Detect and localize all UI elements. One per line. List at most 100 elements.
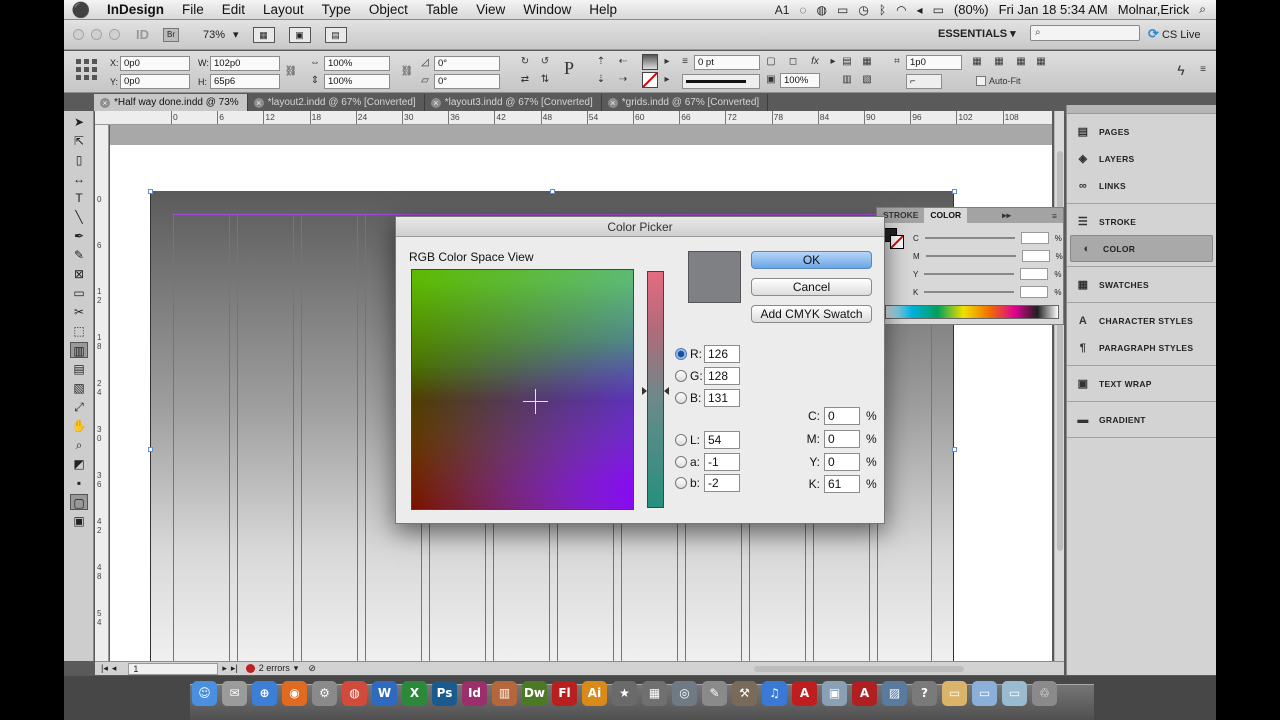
apple-menu-icon[interactable]: ⚫ — [64, 1, 98, 19]
apply-color-icon[interactable]: ▪ — [70, 475, 88, 491]
rotate-cw-icon[interactable]: ↻ — [518, 55, 532, 69]
tab-layout2[interactable]: × *layout2.indd @ 67% [Converted] — [248, 94, 425, 111]
yellow-row[interactable]: Y% — [913, 268, 1061, 280]
illustrator-app-icon[interactable]: Ai — [582, 681, 607, 706]
a-field[interactable]: -1 — [704, 453, 740, 471]
documents-app-icon[interactable]: ▭ — [972, 681, 997, 706]
installer-app-icon[interactable]: ▣ — [822, 681, 847, 706]
quick-apply-icon[interactable]: ϟ — [1174, 63, 1188, 77]
last-page-icon[interactable]: ▸| — [231, 662, 238, 675]
panel-item-text-wrap[interactable]: ▣ TEXT WRAP — [1067, 370, 1216, 397]
b-field[interactable]: 131 — [704, 389, 740, 407]
wifi-icon[interactable]: ◠ — [896, 3, 906, 17]
fill-stroke-icon[interactable]: ◩ — [70, 456, 88, 472]
panel-item-gradient[interactable]: ▬ GRADIENT — [1067, 406, 1216, 433]
horizontal-ruler[interactable]: 0 6 12 18 24 30 36 42 48 54 60 66 72 78 84 90 96 102 108 — [95, 111, 1052, 125]
fill-dropdown-icon[interactable]: ▸ — [660, 55, 674, 69]
collapse-panel-icon[interactable]: ▸▸ — [1002, 210, 1017, 221]
menu-table[interactable]: Table — [417, 2, 467, 17]
constrain-proportions-icon[interactable]: ⛓ — [284, 65, 298, 79]
stroke-dropdown-icon[interactable]: ▸ — [660, 73, 674, 87]
sync-icon[interactable]: ◌ — [799, 3, 806, 17]
distribute-right-icon[interactable]: ▦ — [1014, 55, 1028, 69]
path-text-icon[interactable]: P — [562, 59, 576, 77]
cancel-button[interactable]: Cancel — [751, 278, 872, 296]
fitting-offset-field[interactable]: 1p0 — [906, 55, 962, 70]
magenta-field[interactable] — [1021, 250, 1050, 262]
drop-shadow-icon[interactable]: ▢ — [764, 55, 778, 69]
select-previous-icon[interactable]: ⇠ — [616, 55, 630, 69]
close-tab-icon[interactable]: × — [607, 97, 618, 108]
battery-icon[interactable]: ▭ — [933, 3, 944, 17]
automator-app-icon[interactable]: ⚒ — [732, 681, 757, 706]
select-container-icon[interactable]: ⇡ — [594, 55, 608, 69]
black-field[interactable] — [1020, 286, 1049, 298]
y-field[interactable]: 0 — [824, 453, 860, 471]
panel-item-swatches[interactable]: ▦ SWATCHES — [1067, 271, 1216, 298]
distribute-left-icon[interactable]: ▦ — [970, 55, 984, 69]
color-spectrum-ramp[interactable] — [885, 305, 1059, 319]
downloads-app-icon[interactable]: ▭ — [1002, 681, 1027, 706]
pdf-app-icon[interactable]: A — [852, 681, 877, 706]
preview-mode-icon[interactable]: ▣ — [70, 513, 88, 529]
horizontal-scrollbar[interactable] — [754, 665, 964, 672]
a-radio[interactable] — [675, 456, 687, 468]
rotate-ccw-icon[interactable]: ↺ — [538, 55, 552, 69]
height-field[interactable]: 65p6 — [210, 74, 280, 89]
fit-frame-icon[interactable]: ▦ — [860, 55, 874, 69]
effects-fx-icon[interactable]: fx — [808, 55, 822, 69]
y-position-field[interactable]: 0p0 — [120, 74, 190, 89]
close-tab-icon[interactable]: × — [430, 97, 441, 108]
panel-menu-icon[interactable]: ≡ — [1052, 211, 1063, 221]
utility-app-icon[interactable]: ◎ — [672, 681, 697, 706]
width-field[interactable]: 102p0 — [210, 56, 280, 71]
tab-color[interactable]: COLOR — [924, 208, 968, 223]
clock[interactable]: Fri Jan 18 5:34 AM — [999, 2, 1108, 17]
minimize-window-icon[interactable] — [91, 29, 102, 40]
gamepad-icon[interactable]: ◍ — [817, 3, 827, 17]
lab-b-radio[interactable] — [675, 477, 687, 489]
pencil-tool-icon[interactable]: ✎ — [70, 247, 88, 263]
distribute-space-icon[interactable]: ▦ — [1034, 55, 1048, 69]
fit-content-icon[interactable]: ▧ — [860, 73, 874, 87]
system-prefs-app-icon[interactable]: ⚙ — [312, 681, 337, 706]
magenta-row[interactable]: M% — [913, 250, 1063, 262]
word-app-icon[interactable]: W — [372, 681, 397, 706]
excel-app-icon[interactable]: X — [402, 681, 427, 706]
direct-selection-tool-icon[interactable]: ⇱ — [70, 133, 88, 149]
photoshop-app-icon[interactable]: Ps — [432, 681, 457, 706]
align-bottom-icon[interactable]: ▥ — [840, 73, 854, 87]
close-tab-icon[interactable]: × — [100, 97, 110, 108]
photos-app-icon[interactable]: ▨ — [882, 681, 907, 706]
frame-fitting-icon[interactable]: ⌗ — [890, 55, 904, 69]
cyan-field[interactable] — [1020, 232, 1049, 244]
l-radio[interactable] — [675, 434, 687, 446]
fill-stroke-proxy[interactable] — [883, 228, 905, 250]
indesign-app-icon[interactable]: Id — [462, 681, 487, 706]
chrome-app-icon[interactable]: ◍ — [342, 681, 367, 706]
menu-type[interactable]: Type — [313, 2, 360, 17]
hand-tool-icon[interactable]: ✋ — [70, 418, 88, 434]
close-tab-icon[interactable]: × — [253, 97, 264, 108]
arrange-documents-button[interactable]: ▤ — [324, 26, 347, 43]
line-tool-icon[interactable]: ╲ — [70, 209, 88, 225]
tab-grids[interactable]: × *grids.indd @ 67% [Converted] — [602, 94, 769, 111]
stroke-swatch[interactable] — [642, 72, 658, 88]
dreamweaver-app-icon[interactable]: Dw — [522, 681, 547, 706]
rectangle-frame-tool-icon[interactable]: ⊠ — [70, 266, 88, 282]
previous-page-icon[interactable]: ◂ — [112, 662, 117, 675]
bridge-button[interactable]: Br — [163, 27, 179, 42]
stroke-weight-field[interactable]: 0 pt — [694, 55, 760, 70]
slider-arrow-left-icon[interactable] — [642, 387, 647, 395]
star-app-icon[interactable]: ★ — [612, 681, 637, 706]
preflight-status[interactable]: 2 errors ▾ — [245, 662, 298, 675]
add-cmyk-swatch-button[interactable]: Add CMYK Swatch — [751, 305, 872, 323]
yellow-field[interactable] — [1020, 268, 1049, 280]
select-content-icon[interactable]: ⇣ — [594, 73, 608, 87]
constrain-scale-icon[interactable]: ⛓ — [400, 65, 414, 79]
tab-half-way-done[interactable]: × *Half way done.indd @ 73% — [94, 94, 248, 111]
r-field[interactable]: 126 — [704, 345, 740, 363]
scale-x-field[interactable]: 100% — [324, 56, 390, 71]
menu-window[interactable]: Window — [514, 2, 580, 17]
g-field[interactable]: 128 — [704, 367, 740, 385]
